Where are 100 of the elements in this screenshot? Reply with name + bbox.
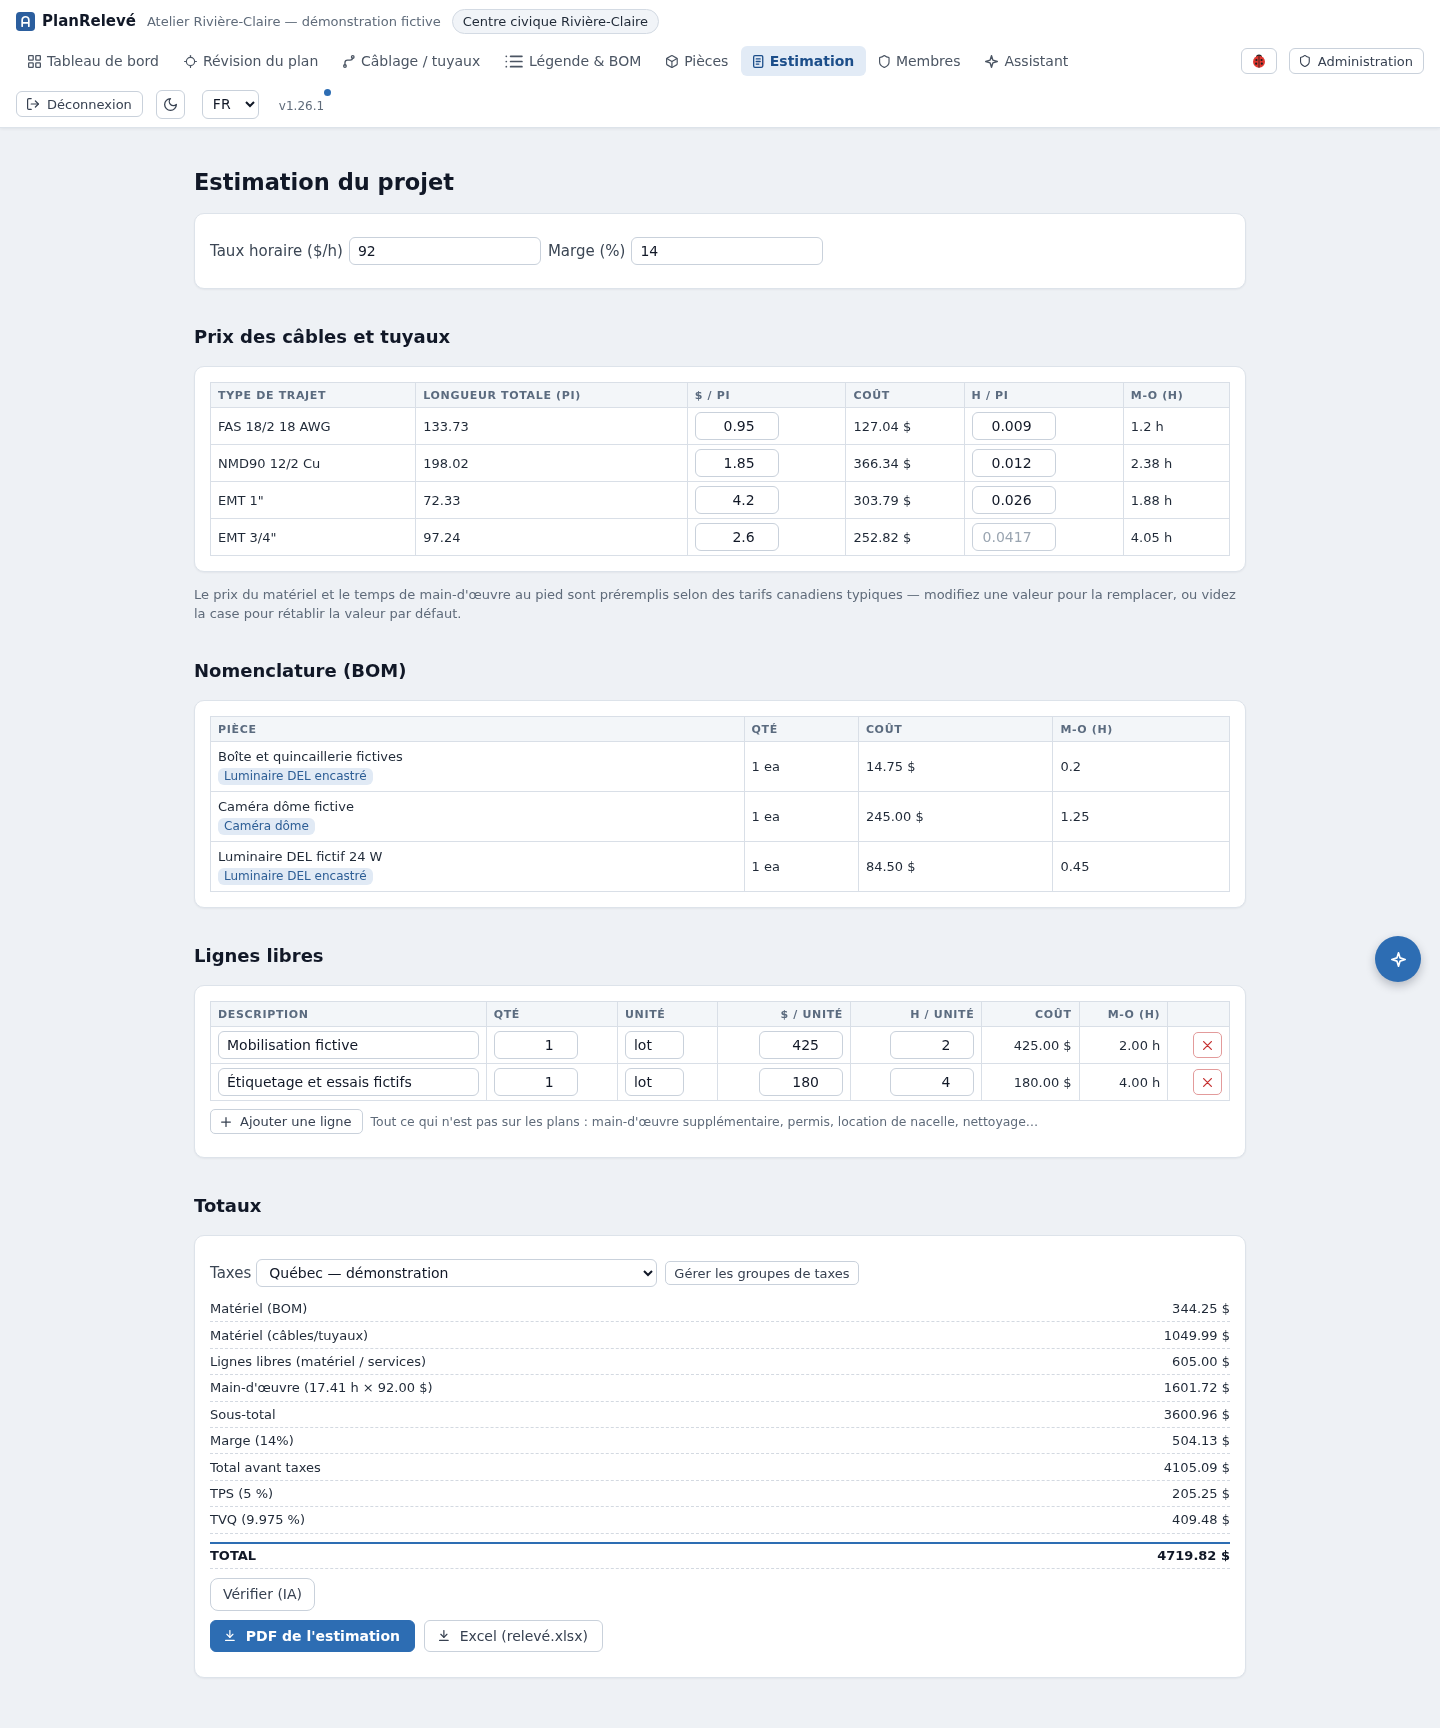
total-amount: 605.00 $: [1172, 1353, 1230, 1369]
nav-tab[interactable]: Légende & BOM: [493, 46, 654, 76]
quantity-input[interactable]: 1: [493, 1031, 578, 1059]
price-input[interactable]: 1.85: [694, 449, 779, 477]
nav-tab[interactable]: Assistant: [973, 46, 1081, 76]
hours-input[interactable]: 0.012: [971, 449, 1056, 477]
total-label: Sous-total: [210, 1406, 276, 1422]
column-header: $ / PI: [687, 382, 846, 408]
unit-hours-input[interactable]: 4: [890, 1068, 975, 1096]
column-header: UNITÉ: [617, 1001, 718, 1027]
tax-group-select[interactable]: Québec — démonstration: [256, 1259, 658, 1287]
table-cell: 366.34 $: [845, 444, 965, 482]
table-cell: 72.33: [415, 481, 688, 519]
note-text: Le prix du matériel et le temps de main-d'œuvre au pied sont préremplis selon des tarifs canadiens typiques — modifiez une valeur pour la remplacer, ou videz la case pour rétablir la valeur par défaut.: [194, 586, 1237, 623]
logo-icon: [16, 11, 35, 31]
verify-button[interactable]: Vérifier (IA): [210, 1577, 316, 1611]
unit-price-input[interactable]: 425: [759, 1031, 844, 1059]
part-name: Boîte et quincaillerie fictives: [218, 748, 404, 766]
table-cell: 127.04 $: [845, 407, 965, 445]
plus-icon: [221, 1116, 231, 1127]
nav-tab[interactable]: Estimation: [741, 46, 867, 76]
description-input[interactable]: Mobilisation fictive: [218, 1031, 479, 1059]
cube-icon: [666, 54, 679, 68]
cross-icon: [1203, 1077, 1212, 1087]
table-cell: 0.45: [1052, 841, 1230, 892]
total-label: Marge (14%): [210, 1433, 294, 1449]
table-cell: 0.2: [1052, 741, 1230, 792]
assistant-button[interactable]: [1375, 936, 1421, 982]
quantity-input[interactable]: 1: [493, 1068, 578, 1096]
column-header: M-O (H): [1052, 716, 1230, 742]
manage-tax-groups-button[interactable]: Gérer les groupes de taxes: [665, 1261, 859, 1285]
table-cell: 2.00 h: [1079, 1026, 1168, 1064]
price-input[interactable]: 2.6: [694, 523, 779, 551]
total-label: TPS (5 %): [210, 1485, 274, 1501]
pdf-export-button[interactable]: PDF de l'estimation: [210, 1619, 415, 1652]
table-cell: FAS 18/2 18 AWG: [210, 407, 416, 445]
hours-input[interactable]: 0.026: [971, 486, 1056, 514]
unit-input[interactable]: lot: [625, 1068, 684, 1096]
table-cell: EMT 1": [210, 481, 416, 519]
column-header: H / UNITÉ: [850, 1001, 982, 1027]
column-header: COÛT: [858, 716, 1053, 742]
download-icon: [439, 1630, 449, 1641]
total-label: Matériel (câbles/tuyaux): [210, 1327, 369, 1343]
nav-tab[interactable]: Câblage / tuyaux: [331, 46, 493, 76]
category-tag: Luminaire DEL encastré: [218, 768, 373, 785]
section-heading: Nomenclature (BOM): [194, 659, 408, 682]
hourly-rate-input[interactable]: 92: [348, 237, 541, 265]
description-input[interactable]: Étiquetage et essais fictifs: [218, 1068, 479, 1096]
bug-report-button[interactable]: [1241, 48, 1278, 74]
table-cell: 245.00 $: [858, 791, 1053, 842]
table-cell: 2.38 h: [1123, 444, 1230, 482]
column-header: M-O (H): [1123, 382, 1230, 408]
unit-hours-input[interactable]: 2: [890, 1031, 975, 1059]
language-select[interactable]: FR: [201, 89, 259, 119]
category-tag: Caméra dôme: [218, 818, 315, 835]
table-cell: 97.24: [415, 518, 688, 556]
nav-tab[interactable]: Tableau de bord: [16, 46, 171, 76]
column-header: COÛT: [845, 382, 965, 408]
table-cell: NMD90 12/2 Cu: [210, 444, 416, 482]
sparkle-icon: [1390, 951, 1406, 967]
admin-button[interactable]: Administration: [1289, 48, 1424, 74]
section-heading: Totaux: [194, 1194, 263, 1217]
download-icon: [225, 1630, 235, 1641]
column-header: COÛT: [981, 1001, 1080, 1027]
section-heading: Prix des câbles et tuyaux: [194, 325, 452, 348]
delete-button[interactable]: [1193, 1069, 1222, 1095]
logout-icon: [27, 98, 39, 110]
section-heading: Lignes libres: [194, 944, 325, 967]
hours-input[interactable]: 0.009: [971, 412, 1056, 440]
price-input[interactable]: 0.95: [694, 412, 779, 440]
field-label: Taux horaire ($/h): [210, 242, 343, 260]
part-name: Caméra dôme fictive: [218, 798, 355, 816]
unit-input[interactable]: lot: [625, 1031, 684, 1059]
nav-tab[interactable]: Membres: [867, 46, 973, 76]
sparkle-icon: [985, 54, 999, 68]
ladybug-icon: [1253, 54, 1266, 68]
version-label: v1.26.1: [278, 98, 325, 113]
nav-tab[interactable]: Révision du plan: [171, 46, 331, 76]
table-cell: 4.05 h: [1123, 518, 1230, 556]
grand-total-amount: 4719.82 $: [1157, 1548, 1230, 1563]
shield-icon: [879, 54, 890, 68]
total-amount: 3600.96 $: [1163, 1406, 1230, 1422]
excel-export-button[interactable]: Excel (relevé.xlsx): [424, 1619, 603, 1652]
workspace-name: Atelier Rivière-Claire — démonstration fictive: [146, 13, 441, 29]
add-line-button[interactable]: Ajouter une ligne: [210, 1109, 363, 1134]
table-cell: 4.00 h: [1079, 1063, 1168, 1101]
field-label: Taxes: [210, 1264, 252, 1282]
delete-button[interactable]: [1193, 1032, 1222, 1058]
margin-input[interactable]: 14: [631, 237, 824, 265]
total-label: Main-d'œuvre (17.41 h × 92.00 $): [210, 1380, 433, 1396]
page-title: Estimation du projet: [194, 168, 455, 197]
total-label: Lignes libres (matériel / services): [210, 1353, 427, 1369]
hours-input[interactable]: 0.0417: [971, 523, 1056, 551]
logout-button[interactable]: Déconnexion: [16, 91, 143, 117]
theme-toggle-button[interactable]: [155, 89, 185, 119]
category-tag: Luminaire DEL encastré: [218, 868, 373, 885]
total-amount: 205.25 $: [1172, 1485, 1230, 1501]
nav-tab[interactable]: Pièces: [654, 46, 741, 76]
price-input[interactable]: 4.2: [694, 486, 779, 514]
unit-price-input[interactable]: 180: [759, 1068, 844, 1096]
